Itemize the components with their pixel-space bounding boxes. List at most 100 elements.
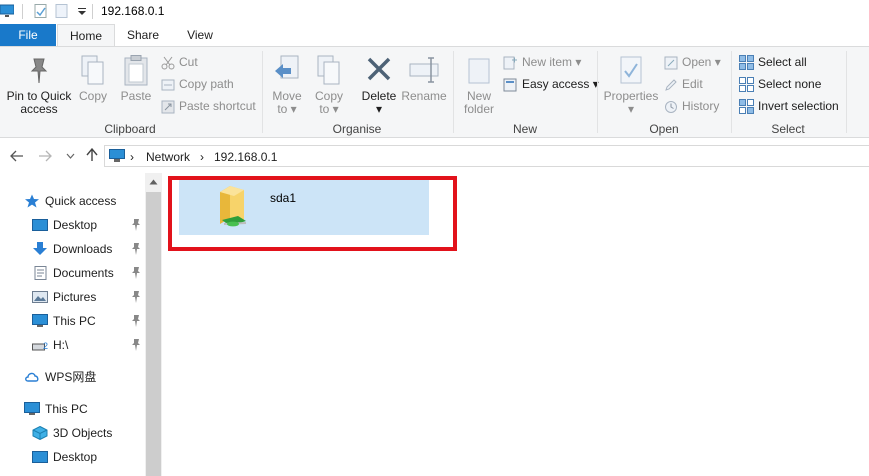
paste-shortcut-button[interactable]: Paste shortcut bbox=[161, 96, 256, 116]
nav-label: 3D Objects bbox=[53, 426, 113, 440]
select-all-button[interactable]: Select all bbox=[739, 52, 807, 72]
history-label: History bbox=[682, 99, 720, 113]
pin-icon[interactable] bbox=[130, 218, 142, 232]
scroll-thumb[interactable] bbox=[146, 192, 161, 476]
new-folder-label-line1: New bbox=[466, 89, 491, 103]
tab-file[interactable]: File bbox=[0, 24, 56, 46]
properties-icon[interactable] bbox=[34, 4, 48, 18]
cube-icon bbox=[32, 426, 48, 440]
document-icon bbox=[34, 266, 47, 280]
easy-access-icon bbox=[503, 78, 517, 92]
new-folder-label-line2: folder bbox=[463, 102, 495, 116]
easy-access-button[interactable]: Easy access ▾ bbox=[503, 74, 599, 94]
desktop-icon bbox=[32, 451, 48, 463]
pin-icon[interactable] bbox=[130, 266, 142, 280]
select-none-button[interactable]: Select none bbox=[739, 74, 821, 94]
forward-arrow-icon[interactable] bbox=[38, 150, 52, 162]
copy-to-button[interactable]: Copy to ▾ bbox=[310, 47, 348, 119]
nav-label: Pictures bbox=[53, 290, 97, 304]
nav-item-3d-objects[interactable]: 3D Objects bbox=[0, 422, 145, 444]
invert-selection-label: Invert selection bbox=[758, 99, 839, 113]
select-none-label: Select none bbox=[758, 77, 822, 91]
open-label: Open bbox=[682, 55, 712, 69]
tab-view[interactable]: View bbox=[172, 24, 228, 46]
nav-item-this-pc-pinned[interactable]: This PC bbox=[0, 310, 145, 332]
breadcrumb-separator-icon[interactable]: › bbox=[200, 150, 204, 164]
copy-to-icon bbox=[317, 55, 340, 85]
properties-label: Properties bbox=[603, 89, 659, 103]
copy-to-label-line2: to bbox=[319, 102, 330, 116]
invert-selection-icon bbox=[739, 99, 754, 115]
move-to-button[interactable]: Move to ▾ bbox=[268, 47, 306, 119]
edit-button[interactable]: Edit bbox=[664, 74, 703, 94]
group-label-new: New bbox=[512, 122, 537, 136]
delete-label: Delete bbox=[361, 89, 397, 103]
customize-dropdown-icon[interactable] bbox=[75, 4, 89, 18]
open-button[interactable]: Open ▾ bbox=[664, 52, 721, 72]
select-all-icon bbox=[739, 55, 754, 71]
delete-x-icon bbox=[367, 57, 391, 81]
pin-icon[interactable] bbox=[130, 314, 142, 328]
copy-label: Copy bbox=[78, 89, 107, 103]
up-arrow-icon[interactable] bbox=[86, 148, 98, 162]
recent-locations-chevron-icon[interactable] bbox=[66, 152, 75, 160]
nav-label: H:\ bbox=[53, 338, 69, 352]
nav-quick-access[interactable]: Quick access bbox=[0, 190, 145, 212]
content-pane: sda1 bbox=[162, 173, 869, 476]
properties-button[interactable]: Properties ▾ bbox=[603, 47, 659, 119]
nav-item-desktop-pc[interactable]: Desktop bbox=[0, 446, 145, 468]
pictures-icon bbox=[32, 291, 48, 303]
nav-label: Documents bbox=[53, 266, 114, 280]
group-label-organise: Organise bbox=[332, 122, 382, 136]
nav-item-wps-cloud[interactable]: WPS网盘 bbox=[0, 366, 145, 388]
network-drive-icon: 2 bbox=[32, 341, 48, 351]
new-item-button[interactable]: New item ▾ bbox=[503, 52, 581, 72]
cut-button[interactable]: Cut bbox=[161, 52, 198, 72]
open-icon bbox=[664, 56, 678, 70]
title-separator bbox=[92, 4, 93, 19]
pin-icon[interactable] bbox=[130, 242, 142, 256]
new-folder-button[interactable]: New folder bbox=[458, 47, 500, 119]
edit-pencil-icon bbox=[665, 79, 677, 91]
desktop-icon bbox=[32, 219, 48, 231]
computer-icon[interactable] bbox=[0, 4, 14, 18]
tab-share[interactable]: Share bbox=[115, 24, 171, 46]
new-folder-icon[interactable] bbox=[55, 4, 69, 18]
copy-path-icon bbox=[161, 79, 175, 91]
nav-label: This PC bbox=[45, 402, 88, 416]
copy-to-label-line1: Copy bbox=[314, 89, 343, 103]
nav-item-h-drive[interactable]: 2 H:\ bbox=[0, 334, 145, 356]
tab-home[interactable]: Home bbox=[57, 24, 115, 48]
delete-button[interactable]: Delete ▾ bbox=[360, 47, 398, 119]
pin-icon[interactable] bbox=[130, 338, 142, 352]
scroll-up-arrow-icon[interactable] bbox=[149, 179, 158, 185]
history-button[interactable]: History bbox=[664, 96, 719, 116]
pin-to-quick-access-button[interactable]: Pin to Quick access bbox=[4, 47, 74, 119]
pin-icon[interactable] bbox=[130, 290, 142, 304]
nav-item-desktop[interactable]: Desktop bbox=[0, 214, 145, 236]
nav-scrollbar[interactable] bbox=[145, 173, 162, 476]
nav-label: Desktop bbox=[53, 450, 98, 464]
rename-button[interactable]: Rename bbox=[401, 47, 447, 119]
copy-button[interactable]: Copy bbox=[76, 47, 110, 119]
back-arrow-icon[interactable] bbox=[10, 150, 24, 162]
group-label-open: Open bbox=[649, 122, 679, 136]
nav-item-downloads[interactable]: Downloads bbox=[0, 238, 145, 260]
easy-access-label: Easy access bbox=[522, 77, 590, 91]
title-separator bbox=[22, 4, 23, 19]
breadcrumb-separator-icon[interactable]: › bbox=[130, 150, 134, 164]
nav-item-this-pc[interactable]: This PC bbox=[0, 398, 145, 420]
rename-label: Rename bbox=[401, 89, 447, 103]
nav-item-pictures[interactable]: Pictures bbox=[0, 286, 145, 308]
invert-selection-button[interactable]: Invert selection bbox=[739, 96, 839, 116]
nav-item-documents[interactable]: Documents bbox=[0, 262, 145, 284]
breadcrumb-network[interactable]: Network bbox=[146, 150, 190, 164]
paste-button[interactable]: Paste bbox=[118, 47, 154, 119]
computer-icon bbox=[24, 402, 40, 415]
nav-label: Quick access bbox=[45, 194, 117, 208]
copy-path-button[interactable]: Copy path bbox=[161, 74, 234, 94]
address-box[interactable]: › Network › 192.168.0.1 bbox=[104, 145, 869, 167]
breadcrumb-ip[interactable]: 192.168.0.1 bbox=[214, 150, 277, 164]
properties-check-icon bbox=[620, 56, 642, 84]
address-bar: › Network › 192.168.0.1 bbox=[0, 139, 869, 173]
